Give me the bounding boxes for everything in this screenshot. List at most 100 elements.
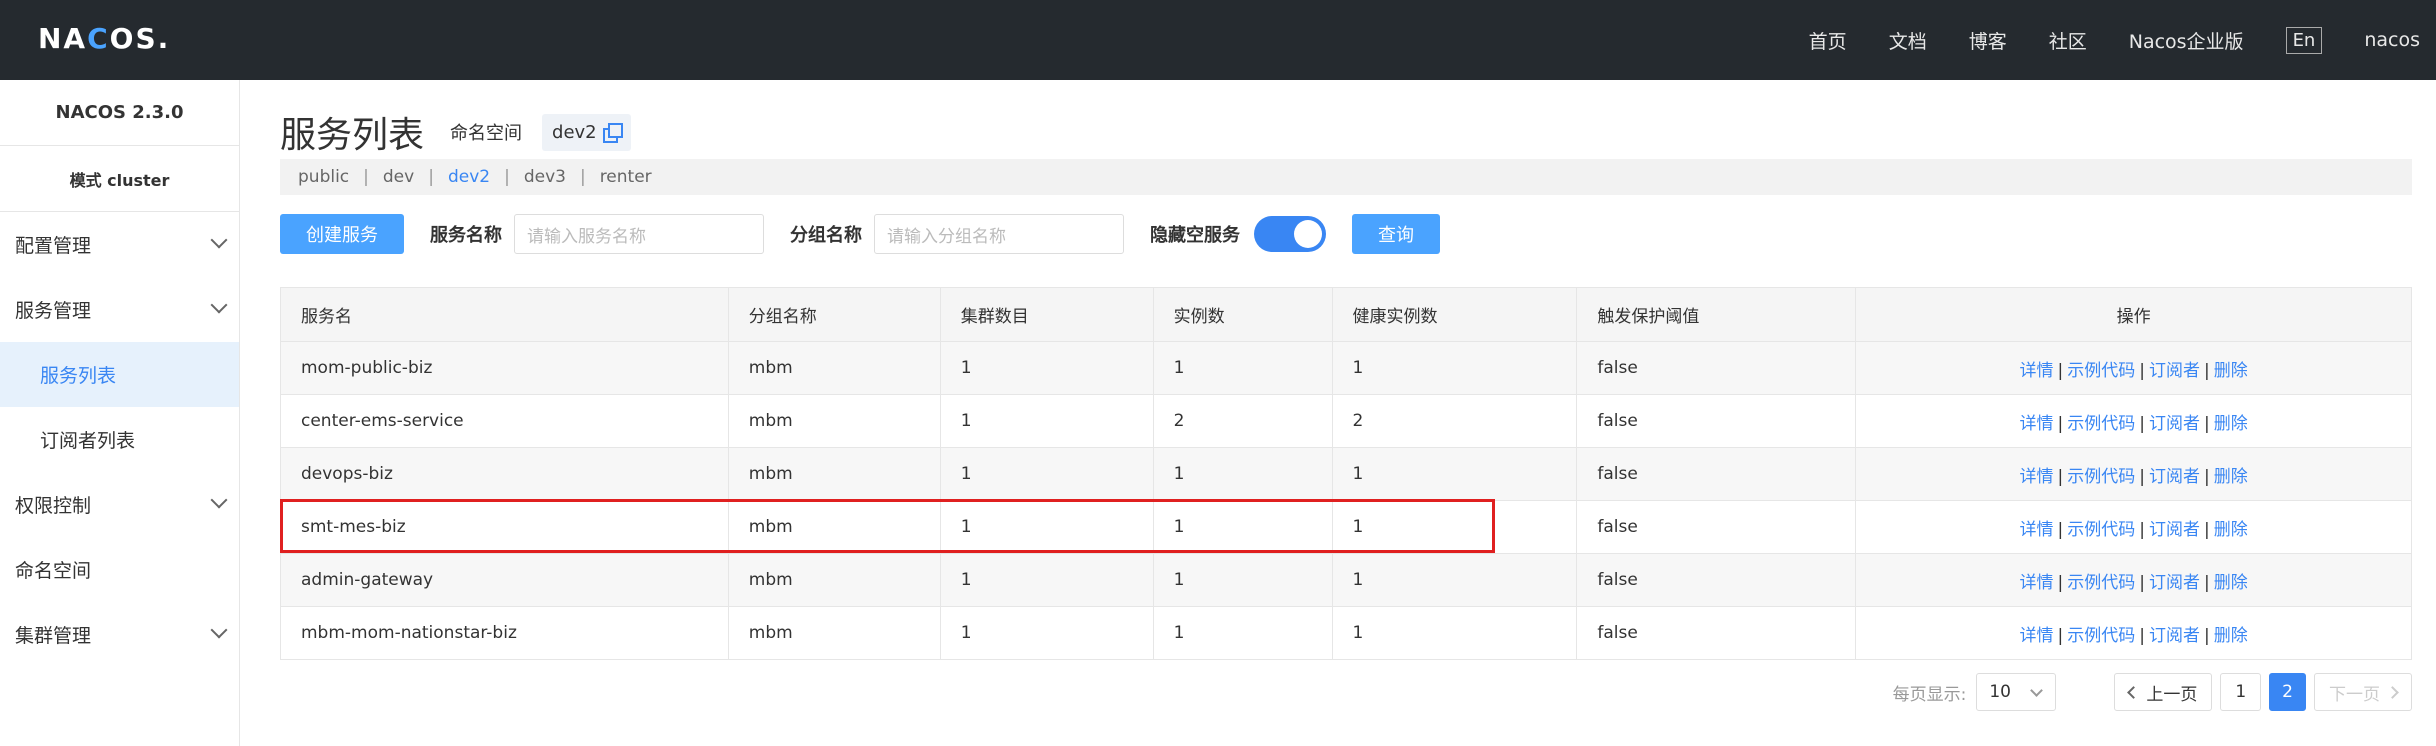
nav-home[interactable]: 首页 (1809, 27, 1847, 54)
sample-code-link[interactable]: 示例代码 (2067, 520, 2135, 540)
detail-link[interactable]: 详情 (2020, 626, 2054, 646)
service-name-label: 服务名称 (430, 225, 502, 246)
cell-healthy-count: 1 (1331, 447, 1578, 501)
cell-group-name: mbm (727, 553, 941, 607)
detail-link[interactable]: 详情 (2020, 520, 2054, 540)
separator: | (2057, 413, 2064, 434)
user-menu[interactable]: nacos (2364, 29, 2420, 51)
detail-link[interactable]: 详情 (2020, 573, 2054, 593)
delete-link[interactable]: 删除 (2214, 361, 2248, 381)
subscriber-link[interactable]: 订阅者 (2149, 414, 2200, 434)
nav-community[interactable]: 社区 (2049, 27, 2087, 54)
table-row: mom-public-biz mbm 1 1 1 false 详情 | 示例代码 | 订阅者 | 删除 (280, 341, 2412, 395)
delete-link[interactable]: 删除 (2214, 414, 2248, 434)
prev-label: 上一页 (2146, 684, 2198, 705)
subscriber-link[interactable]: 订阅者 (2149, 573, 2200, 593)
language-switch[interactable]: En (2285, 26, 2323, 54)
per-page-select[interactable]: 10 (1976, 673, 2057, 711)
subscriber-link[interactable]: 订阅者 (2149, 361, 2200, 381)
detail-link[interactable]: 详情 (2020, 414, 2054, 434)
cell-protect-threshold: false (1576, 606, 1857, 660)
sample-code-link[interactable]: 示例代码 (2067, 573, 2135, 593)
cell-service-name: devops-biz (280, 447, 729, 501)
table-row: center-ems-service mbm 1 2 2 false 详情 | 示例代码 | 订阅者… (280, 394, 2412, 448)
top-header: NACOS. 首页 文档 博客 社区 Nacos企业版 En nacos (0, 0, 2436, 80)
next-page-button[interactable]: 下一页 (2314, 673, 2412, 711)
sidebar-item-auth[interactable]: 权限控制 (0, 472, 239, 537)
separator: | (2139, 413, 2145, 434)
sample-code-link[interactable]: 示例代码 (2067, 626, 2135, 646)
delete-link[interactable]: 删除 (2214, 467, 2248, 487)
cell-service-name: smt-mes-biz (280, 500, 729, 554)
sidebar-item-label: 权限控制 (15, 495, 92, 517)
nav-enterprise[interactable]: Nacos企业版 (2129, 27, 2244, 54)
cell-healthy-count: 1 (1331, 606, 1578, 660)
top-nav: 首页 文档 博客 社区 Nacos企业版 En nacos (1809, 0, 2436, 80)
query-button[interactable]: 查询 (1352, 214, 1440, 254)
cell-cluster-count: 1 (939, 394, 1154, 448)
sidebar-item-cluster[interactable]: 集群管理 (0, 602, 239, 667)
sample-code-link[interactable]: 示例代码 (2067, 361, 2135, 381)
cell-operations: 详情 | 示例代码 | 订阅者 | 删除 (1855, 394, 2412, 448)
col-instance-count: 实例数 (1152, 287, 1333, 342)
sidebar-item-subscribers[interactable]: 订阅者列表 (0, 407, 239, 472)
sample-code-link[interactable]: 示例代码 (2067, 414, 2135, 434)
separator: | (2203, 572, 2210, 593)
col-healthy-count: 健康实例数 (1331, 287, 1578, 342)
chevron-down-icon (210, 621, 228, 639)
subscriber-link[interactable]: 订阅者 (2149, 626, 2200, 646)
prev-page-button[interactable]: 上一页 (2114, 673, 2213, 711)
service-name-input[interactable]: 请输入服务名称 (514, 214, 764, 254)
sidebar-item-label: 命名空间 (15, 560, 92, 582)
subscriber-link[interactable]: 订阅者 (2149, 467, 2200, 487)
detail-link[interactable]: 详情 (2020, 361, 2054, 381)
group-name-input[interactable]: 请输入分组名称 (874, 214, 1124, 254)
delete-link[interactable]: 删除 (2214, 626, 2248, 646)
col-operations: 操作 (1855, 287, 2412, 342)
create-service-button[interactable]: 创建服务 (280, 214, 404, 254)
delete-link[interactable]: 删除 (2214, 573, 2248, 593)
cell-protect-threshold: false (1576, 394, 1857, 448)
namespace-option-renter[interactable]: renter (600, 167, 652, 187)
namespace-option-dev[interactable]: dev (383, 167, 414, 187)
copy-icon[interactable] (602, 123, 623, 143)
page-button-1[interactable]: 1 (2220, 673, 2262, 711)
separator: | (2203, 413, 2210, 434)
cell-service-name: center-ems-service (280, 394, 729, 448)
cell-healthy-count: 1 (1331, 500, 1578, 554)
chevron-down-icon (210, 296, 228, 314)
subscriber-link[interactable]: 订阅者 (2149, 520, 2200, 540)
separator: | (2203, 360, 2210, 381)
cell-operations: 详情 | 示例代码 | 订阅者 | 删除 (1855, 341, 2412, 395)
cell-instance-count: 1 (1152, 500, 1333, 554)
namespace-option-dev2[interactable]: dev2 (448, 167, 490, 187)
sidebar-item-service[interactable]: 服务管理 (0, 277, 239, 342)
sample-code-link[interactable]: 示例代码 (2067, 467, 2135, 487)
namespace-option-public[interactable]: public (298, 167, 349, 187)
col-cluster-count: 集群数目 (939, 287, 1154, 342)
sidebar-item-config[interactable]: 配置管理 (0, 212, 239, 277)
namespace-option-dev3[interactable]: dev3 (524, 167, 566, 187)
page-button-2[interactable]: 2 (2269, 673, 2306, 711)
cell-protect-threshold: false (1576, 500, 1857, 554)
nacos-logo[interactable]: NACOS. (38, 22, 170, 55)
nav-docs[interactable]: 文档 (1889, 27, 1927, 54)
namespace-label: 命名空间 (450, 123, 523, 144)
cell-cluster-count: 1 (939, 606, 1154, 660)
cell-cluster-count: 1 (939, 553, 1154, 607)
cell-healthy-count: 1 (1331, 553, 1578, 607)
cell-healthy-count: 1 (1331, 341, 1578, 395)
separator: | (2057, 572, 2064, 593)
cell-group-name: mbm (727, 447, 941, 501)
hide-empty-toggle[interactable] (1254, 216, 1326, 252)
sidebar-item-service-list[interactable]: 服务列表 (0, 342, 239, 407)
delete-link[interactable]: 删除 (2214, 520, 2248, 540)
detail-link[interactable]: 详情 (2020, 467, 2054, 487)
col-protect-threshold: 触发保护阈值 (1576, 287, 1857, 342)
nav-blog[interactable]: 博客 (1969, 27, 2007, 54)
separator: | (2057, 466, 2064, 487)
cell-instance-count: 1 (1152, 341, 1333, 395)
cell-group-name: mbm (727, 341, 941, 395)
sidebar-item-namespace[interactable]: 命名空间 (0, 537, 239, 602)
filter-row: 创建服务 服务名称 请输入服务名称 分组名称 请输入分组名称 隐藏空服务 查询 (280, 214, 1440, 254)
